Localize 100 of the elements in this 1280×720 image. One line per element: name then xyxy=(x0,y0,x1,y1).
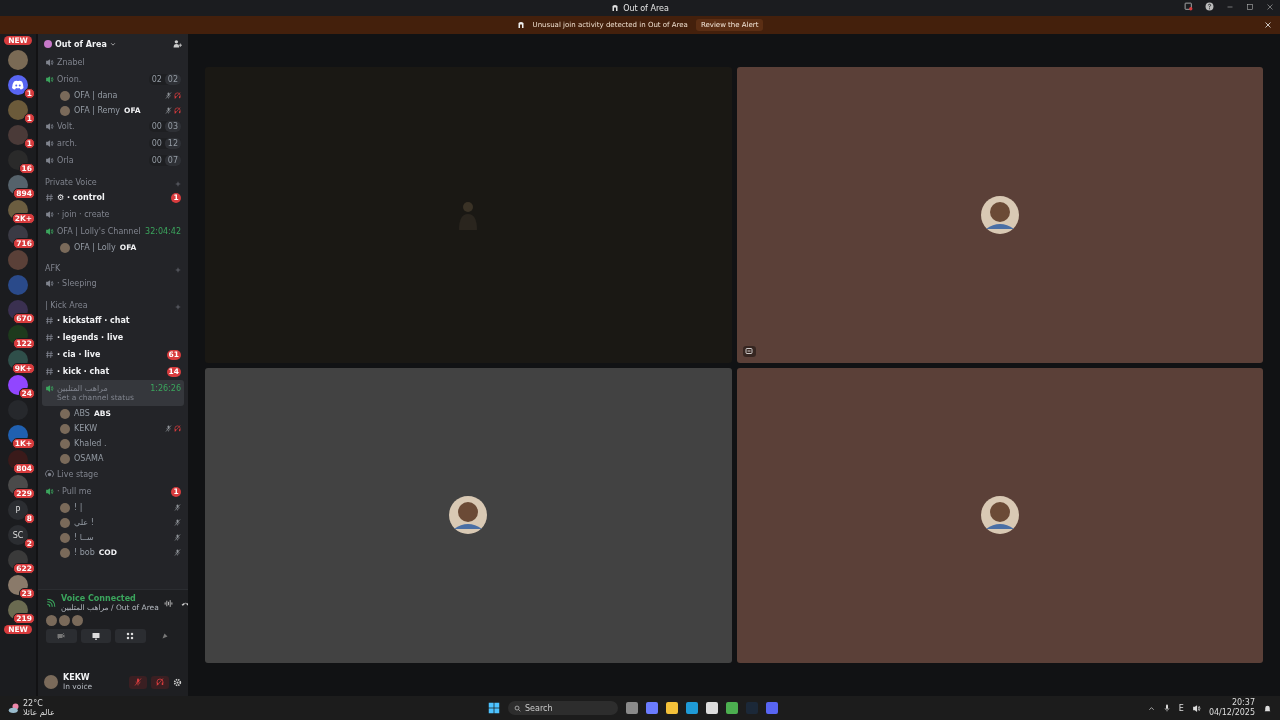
user-avatar xyxy=(60,547,70,558)
camera-button[interactable] xyxy=(46,629,77,643)
channel-item[interactable]: Orion. 02 02 xyxy=(42,71,184,88)
invite-people-icon xyxy=(173,38,182,48)
channel-item[interactable]: OFA | Lolly's Channel 32:04:42 xyxy=(42,223,184,240)
video-tile[interactable] xyxy=(736,367,1263,663)
user-name[interactable]: OFA | dana xyxy=(74,91,118,100)
channel-name: arch. xyxy=(57,139,78,148)
participant-avatar xyxy=(59,615,70,626)
user-avatar xyxy=(60,438,70,449)
voice-status: Voice Connected xyxy=(61,594,137,603)
avatar-icon xyxy=(980,496,1019,535)
hashtag-icon xyxy=(45,193,54,202)
volume-icon xyxy=(1191,703,1201,713)
microphone-icon xyxy=(1162,704,1171,712)
user-name[interactable]: Khaled . xyxy=(74,439,107,448)
video-tile[interactable] xyxy=(736,67,1263,363)
channel-item[interactable]: arch. 00 12 xyxy=(42,135,184,152)
close-icon xyxy=(1266,2,1274,11)
chevron-up-icon xyxy=(1147,704,1155,712)
channel-name: · kick · chat xyxy=(57,367,110,376)
taskbar-app-icon[interactable] xyxy=(726,702,738,714)
category-label[interactable]: Private Voice xyxy=(45,178,97,187)
channel-name: Orla xyxy=(57,156,74,165)
user-avatar xyxy=(60,242,70,253)
server-icon[interactable]: P xyxy=(8,500,28,520)
hashtag-icon xyxy=(45,367,54,376)
chevron-down-icon xyxy=(109,41,116,47)
clock-date[interactable]: 04/12/2025 xyxy=(1208,708,1255,718)
weather-note: عالم عائلا xyxy=(23,708,55,717)
user-avatar xyxy=(60,532,70,543)
fit-screen-icon xyxy=(745,347,753,355)
category-label[interactable]: AFK xyxy=(45,264,61,273)
channel-item[interactable]: · Sleeping xyxy=(42,275,184,292)
language-indicator[interactable]: E xyxy=(1178,703,1184,713)
server-name[interactable]: Out of Area xyxy=(55,39,107,49)
channel-item[interactable]: · legends · live xyxy=(42,329,184,346)
avatar-icon xyxy=(980,195,1019,234)
taskbar-app-icon[interactable] xyxy=(766,702,778,714)
user-avatar xyxy=(44,675,58,689)
window-title: Out of Area xyxy=(623,3,669,13)
participant-avatar xyxy=(72,615,83,626)
call-timer: 32:04:42 xyxy=(145,227,181,236)
mute-button[interactable] xyxy=(129,675,147,689)
user-name[interactable]: ABS xyxy=(74,409,90,418)
server-icon[interactable] xyxy=(8,75,28,95)
user-avatar xyxy=(60,423,70,434)
add-icon xyxy=(175,181,181,187)
video-tile[interactable] xyxy=(205,367,732,663)
user-name[interactable]: علي ! xyxy=(74,518,94,527)
avatar-icon xyxy=(449,496,488,535)
user-name[interactable]: OSAMA xyxy=(74,454,104,463)
channel-name: Live stage xyxy=(57,470,99,479)
user-name[interactable]: ! | xyxy=(74,503,83,512)
taskbar-app-icon[interactable] xyxy=(706,702,718,714)
video-tile[interactable] xyxy=(205,67,732,363)
category-label[interactable]: | Kick Area xyxy=(45,301,88,310)
user-name[interactable]: OFA | Lolly xyxy=(74,243,116,252)
screen-share-button[interactable] xyxy=(80,629,111,643)
channel-name: · kickstaff · chat xyxy=(57,316,130,325)
screen-share-icon xyxy=(91,632,100,640)
start-icon xyxy=(488,702,500,714)
user-count: 02 02 xyxy=(148,74,181,85)
stage-icon xyxy=(45,470,54,479)
user-name[interactable]: OFA | Remy xyxy=(74,106,121,115)
add-icon xyxy=(175,304,181,310)
participant-avatar xyxy=(46,615,57,626)
server-logo-icon xyxy=(516,21,525,29)
signal-icon xyxy=(46,598,56,608)
channel-item[interactable]: Znabel xyxy=(42,54,184,71)
clock-time[interactable]: 20:37 xyxy=(1231,698,1255,708)
channel-item[interactable]: · kickstaff · chat xyxy=(42,312,184,329)
user-name[interactable]: ! ســا xyxy=(74,533,94,542)
user-name[interactable]: KEKW xyxy=(74,424,98,433)
channel-name: ⚙ · control xyxy=(57,193,105,202)
server-avatar xyxy=(44,40,52,48)
taskbar-app-icon[interactable] xyxy=(626,702,638,714)
deafen-button[interactable] xyxy=(151,675,169,689)
search-icon xyxy=(514,704,521,712)
taskbar-app-icon[interactable] xyxy=(686,702,698,714)
activities-button[interactable] xyxy=(115,629,146,643)
server-logo-icon xyxy=(611,4,620,12)
channel-item[interactable]: · join · create xyxy=(42,206,184,223)
server-icon[interactable]: SC xyxy=(8,525,28,545)
soundwave-icon xyxy=(163,598,173,608)
channel-name: · Sleeping xyxy=(57,279,97,288)
hashtag-icon xyxy=(45,333,54,342)
user-avatar xyxy=(60,90,70,101)
channel-name: Orion. xyxy=(57,75,82,84)
person-figure-icon xyxy=(457,199,480,230)
channel-name: OFA | Lolly's Channel xyxy=(57,227,141,236)
channel-item[interactable]: Volt. 00 03 xyxy=(42,118,184,135)
notification-icon xyxy=(1263,703,1272,713)
search-field[interactable]: Search xyxy=(508,701,618,715)
taskbar-app-icon[interactable] xyxy=(646,702,658,714)
taskbar-app-icon[interactable] xyxy=(666,702,678,714)
user-count: 00 03 xyxy=(148,121,181,132)
channel-item[interactable]: Live stage xyxy=(42,466,184,483)
channel-item[interactable]: Orla 00 07 xyxy=(42,152,184,169)
user-name[interactable]: ! bob xyxy=(74,548,95,557)
